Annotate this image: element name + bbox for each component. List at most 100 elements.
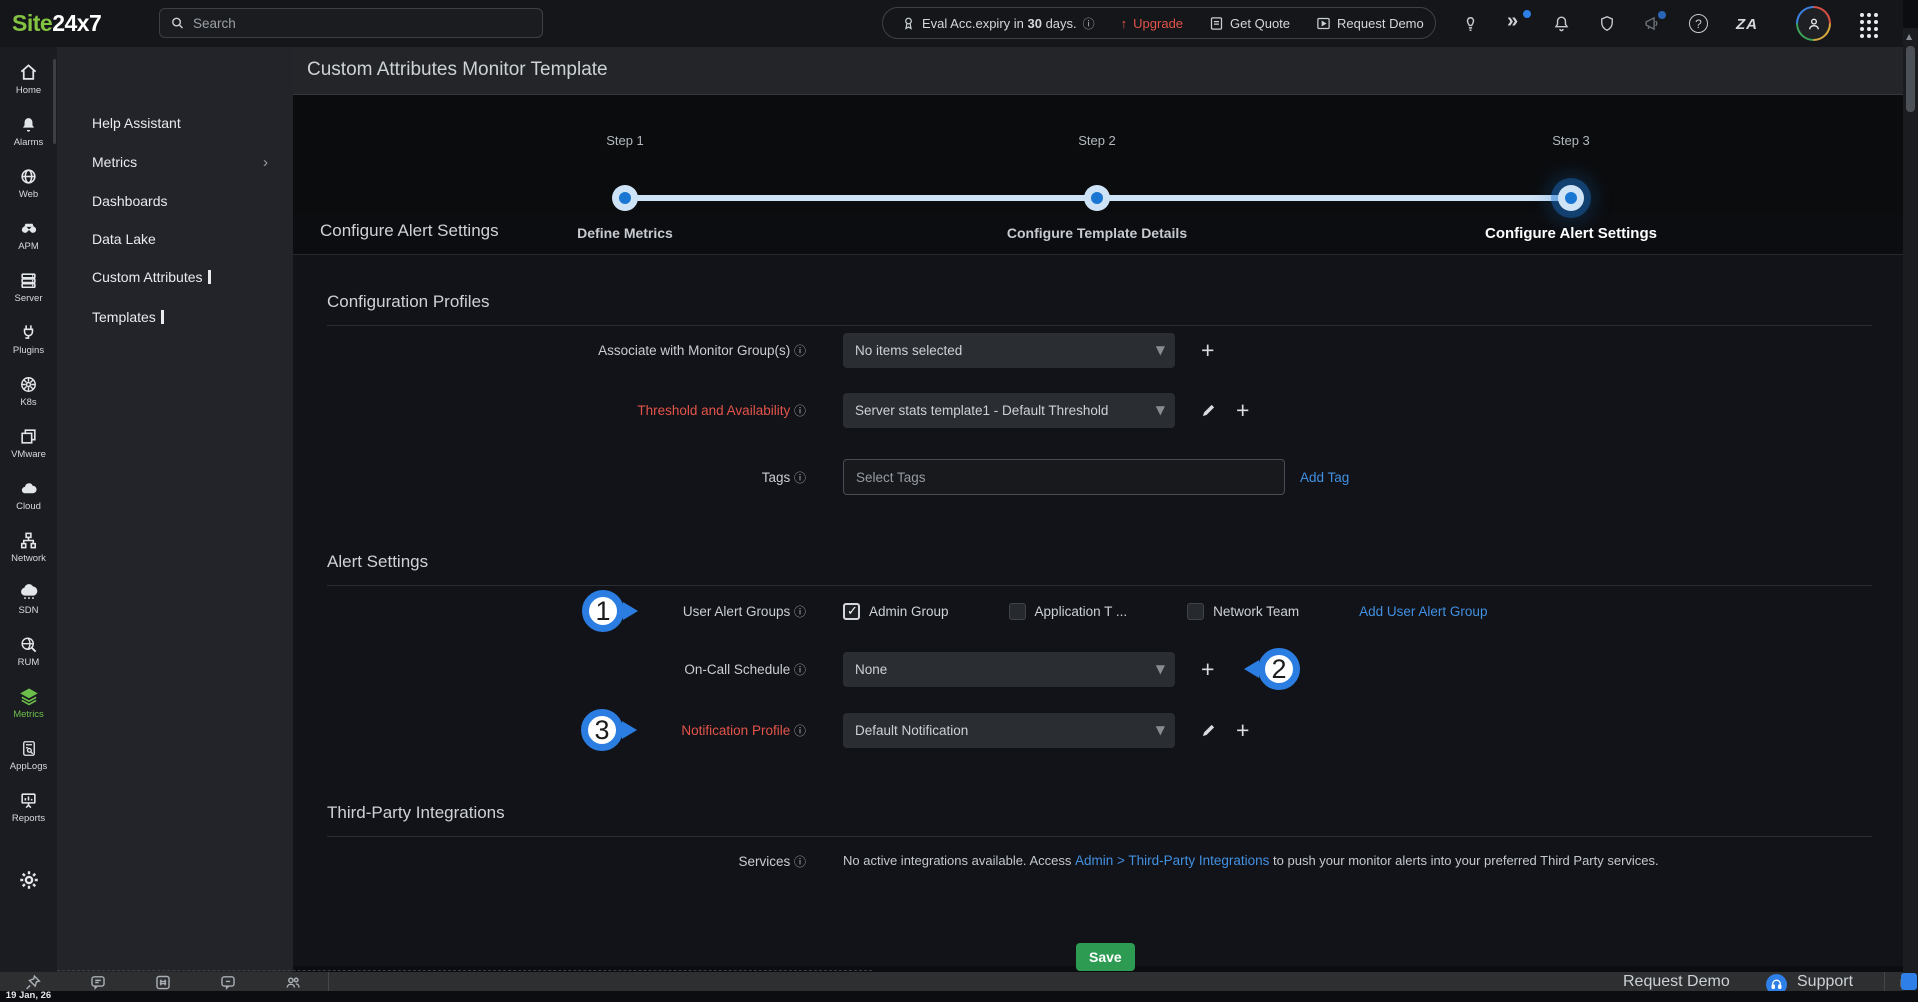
shield-icon[interactable] bbox=[1598, 14, 1618, 34]
vertical-scrollbar[interactable]: ▲ bbox=[1903, 28, 1918, 991]
search-input[interactable] bbox=[193, 16, 532, 31]
user-avatar[interactable] bbox=[1796, 6, 1831, 41]
log-search-icon bbox=[20, 739, 38, 758]
admin-settings-button[interactable] bbox=[0, 869, 57, 891]
sidebar-item-dashboards[interactable]: Dashboards bbox=[57, 186, 293, 216]
award-icon bbox=[901, 16, 916, 31]
on-call-schedule-select[interactable]: None▼ bbox=[843, 652, 1175, 687]
step2-circle[interactable] bbox=[1084, 185, 1110, 211]
alert-settings-heading: Alert Settings bbox=[327, 552, 1872, 586]
info-icon[interactable]: ⓘ bbox=[794, 344, 806, 358]
info-icon[interactable]: ⓘ bbox=[1083, 15, 1095, 32]
monitor-groups-select[interactable]: No items selected▼ bbox=[843, 333, 1175, 368]
sidebar-item-apm[interactable]: APM bbox=[0, 219, 57, 252]
sidebar-item-help-assistant[interactable]: Help Assistant bbox=[57, 108, 293, 138]
scrollbar-thumb[interactable] bbox=[1906, 46, 1915, 112]
tags-label: Tags bbox=[762, 470, 791, 485]
info-icon[interactable]: ⓘ bbox=[794, 855, 806, 869]
info-icon[interactable]: ⓘ bbox=[794, 724, 806, 738]
sidebar-item-plugins[interactable]: Plugins bbox=[0, 323, 57, 356]
add-user-alert-group-link[interactable]: Add User Alert Group bbox=[1359, 604, 1487, 619]
channels-icon[interactable] bbox=[155, 974, 172, 991]
checkbox-icon bbox=[1187, 603, 1204, 620]
request-demo-button[interactable]: Request Demo bbox=[1316, 16, 1424, 31]
add-on-call-schedule-button[interactable]: + bbox=[1201, 659, 1214, 679]
notification-profile-label: Notification Profile bbox=[681, 723, 790, 738]
support-button[interactable]: Support bbox=[1797, 973, 1853, 991]
chevron-down-icon: ▼ bbox=[1156, 662, 1165, 676]
text-cursor bbox=[208, 270, 211, 284]
network-icon bbox=[19, 531, 38, 550]
pin-icon[interactable] bbox=[25, 974, 42, 991]
help-icon[interactable]: ? bbox=[1689, 14, 1709, 34]
double-chevron-icon[interactable]: » bbox=[1507, 12, 1527, 32]
scroll-up-arrow[interactable]: ▲ bbox=[1906, 32, 1912, 41]
notification-dot bbox=[1658, 11, 1666, 19]
get-quote-button[interactable]: Get Quote bbox=[1209, 16, 1290, 31]
notification-dot bbox=[1523, 10, 1531, 18]
sidebar-item-templates[interactable]: Templates bbox=[57, 302, 293, 332]
sidebar-item-vmware[interactable]: VMware bbox=[0, 427, 57, 460]
sidebar-item-metrics[interactable]: Metrics› bbox=[57, 147, 293, 177]
site24x7-logo[interactable]: Site24x7 bbox=[12, 10, 101, 37]
sidebar-item-reports[interactable]: Reports bbox=[0, 791, 57, 824]
eval-expiry[interactable]: Eval Acc.expiry in 30 days. ⓘ bbox=[901, 15, 1095, 32]
info-icon[interactable]: ⓘ bbox=[794, 663, 806, 677]
request-demo-button[interactable]: Request Demo bbox=[1623, 973, 1730, 991]
step1-circle[interactable] bbox=[612, 185, 638, 211]
checkbox-admin-group[interactable]: Admin Group bbox=[843, 603, 949, 620]
sidebar-item-applogs[interactable]: AppLogs bbox=[0, 739, 57, 772]
step2-name: Configure Template Details bbox=[1007, 225, 1187, 241]
user-alert-groups-row: User Alert Groups ⓘ Admin Group Applicat… bbox=[293, 593, 1872, 629]
upgrade-button[interactable]: ↑Upgrade bbox=[1121, 16, 1183, 31]
services-row: Services ⓘ No active integrations availa… bbox=[293, 853, 1872, 870]
comment-icon[interactable] bbox=[220, 974, 237, 991]
sidebar-item-network[interactable]: Network bbox=[0, 531, 57, 564]
scroll-corner-button[interactable] bbox=[1901, 973, 1917, 990]
add-tag-link[interactable]: Add Tag bbox=[1300, 470, 1349, 485]
section-title: Configure Alert Settings bbox=[320, 221, 499, 241]
sidebar-item-home[interactable]: Home bbox=[0, 63, 57, 96]
sidebar-item-data-lake[interactable]: Data Lake bbox=[57, 224, 293, 254]
sidebar-item-server[interactable]: Server bbox=[0, 271, 57, 304]
sidebar-item-web[interactable]: Web bbox=[0, 167, 57, 200]
globe-icon bbox=[19, 167, 38, 186]
edit-threshold-button[interactable] bbox=[1201, 403, 1216, 418]
admin-integrations-link[interactable]: Admin > Third-Party Integrations bbox=[1075, 853, 1269, 868]
lightbulb-icon[interactable] bbox=[1461, 14, 1481, 34]
support-headset-icon[interactable] bbox=[1766, 974, 1787, 991]
sidebar-item-cloud[interactable]: Cloud bbox=[0, 479, 57, 512]
threshold-select[interactable]: Server stats template1 - Default Thresho… bbox=[843, 393, 1175, 428]
edit-notification-profile-button[interactable] bbox=[1201, 723, 1216, 738]
apps-grid-icon[interactable] bbox=[1860, 13, 1878, 38]
chat-icon[interactable] bbox=[90, 974, 107, 991]
sidebar-item-rum[interactable]: RUM bbox=[0, 635, 57, 668]
checkbox-network-team[interactable]: Network Team bbox=[1187, 603, 1299, 620]
metrics-layers-icon bbox=[19, 687, 39, 706]
notification-profile-row: Notification Profile ⓘ Default Notificat… bbox=[293, 712, 1872, 748]
add-monitor-group-button[interactable]: + bbox=[1201, 340, 1214, 360]
global-search[interactable] bbox=[159, 8, 543, 38]
services-label: Services bbox=[738, 854, 790, 869]
step3-circle[interactable] bbox=[1558, 185, 1584, 211]
tags-input[interactable] bbox=[856, 470, 1272, 485]
bell-icon[interactable] bbox=[1552, 14, 1572, 34]
zia-logo[interactable]: ZA bbox=[1736, 16, 1756, 36]
checkbox-application-team[interactable]: Application T ... bbox=[1009, 603, 1128, 620]
info-icon[interactable]: ⓘ bbox=[794, 404, 806, 418]
save-button[interactable]: Save bbox=[1076, 943, 1135, 971]
sidebar-item-k8s[interactable]: K8s bbox=[0, 375, 57, 408]
home-icon bbox=[19, 63, 38, 82]
info-icon[interactable]: ⓘ bbox=[794, 471, 806, 485]
contacts-icon[interactable] bbox=[284, 974, 302, 991]
megaphone-icon[interactable] bbox=[1643, 14, 1663, 34]
sidebar-item-metrics[interactable]: Metrics bbox=[0, 687, 57, 720]
add-notification-profile-button[interactable]: + bbox=[1236, 720, 1249, 740]
sidebar-item-sdn[interactable]: SDN bbox=[0, 583, 57, 616]
info-icon[interactable]: ⓘ bbox=[794, 605, 806, 619]
add-threshold-button[interactable]: + bbox=[1236, 400, 1249, 420]
binoculars-icon bbox=[19, 219, 39, 238]
sidebar-item-custom-attributes[interactable]: Custom Attributes bbox=[57, 262, 293, 292]
notification-profile-select[interactable]: Default Notification▼ bbox=[843, 713, 1175, 748]
sidebar-item-alarms[interactable]: Alarms bbox=[0, 115, 57, 148]
